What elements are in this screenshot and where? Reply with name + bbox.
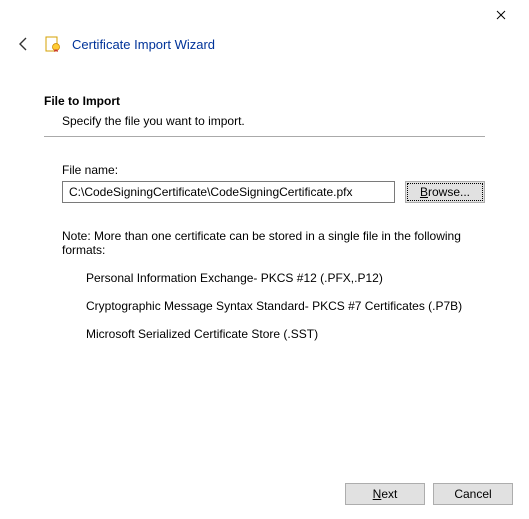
- note-format: Personal Information Exchange- PKCS #12 …: [86, 271, 485, 285]
- close-button[interactable]: [481, 1, 521, 29]
- note-format: Cryptographic Message Syntax Standard- P…: [86, 299, 485, 313]
- back-button[interactable]: [14, 34, 34, 54]
- browse-button[interactable]: Browse...: [405, 181, 485, 203]
- divider: [44, 136, 485, 137]
- file-name-label: File name:: [62, 163, 485, 177]
- file-name-input[interactable]: [62, 181, 395, 203]
- note-format: Microsoft Serialized Certificate Store (…: [86, 327, 485, 341]
- cancel-button[interactable]: Cancel: [433, 483, 513, 505]
- next-button[interactable]: Next: [345, 483, 425, 505]
- section-heading: File to Import: [44, 94, 485, 108]
- wizard-footer: Next Cancel: [345, 483, 513, 505]
- wizard-title: Certificate Import Wizard: [72, 37, 215, 52]
- wizard-header: Certificate Import Wizard: [0, 30, 529, 64]
- titlebar: [0, 0, 529, 30]
- wizard-content: File to Import Specify the file you want…: [0, 64, 529, 341]
- section-subheading: Specify the file you want to import.: [62, 114, 485, 128]
- note-intro: Note: More than one certificate can be s…: [62, 229, 485, 257]
- certificate-icon: [44, 35, 62, 53]
